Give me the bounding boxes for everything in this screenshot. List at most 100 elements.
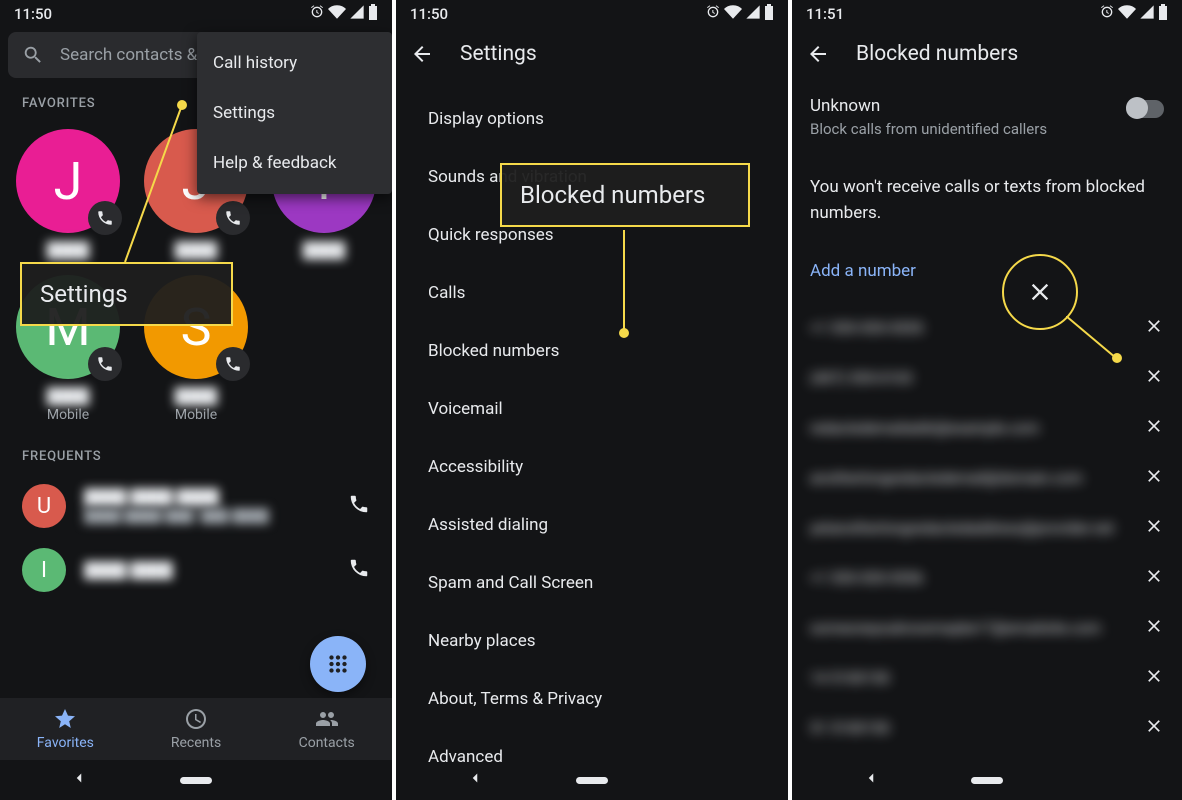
settings-item-calls[interactable]: Calls <box>396 264 788 322</box>
blocked-numbers-header: Blocked numbers <box>792 28 1182 80</box>
menu-item-call-history[interactable]: Call history <box>197 38 392 88</box>
settings-item-accessibility[interactable]: Accessibility <box>396 438 788 496</box>
menu-item-help[interactable]: Help & feedback <box>197 138 392 188</box>
close-icon <box>1026 278 1054 306</box>
dialpad-fab[interactable] <box>310 636 366 692</box>
wifi-icon <box>1118 3 1136 25</box>
remove-icon[interactable] <box>1144 416 1164 440</box>
people-icon <box>315 707 339 731</box>
tab-contacts[interactable]: Contacts <box>261 698 392 760</box>
unknown-callers-block: Unknown Block calls from unidentified ca… <box>792 80 1182 146</box>
remove-icon[interactable] <box>1144 566 1164 590</box>
home-pill[interactable] <box>971 777 1003 784</box>
search-icon <box>22 44 44 66</box>
remove-icon[interactable] <box>1144 666 1164 690</box>
status-time: 11:50 <box>14 5 52 23</box>
info-text: You won't receive calls or texts from bl… <box>792 146 1182 247</box>
signal-icon <box>1139 4 1155 24</box>
home-pill[interactable] <box>576 777 608 784</box>
remove-icon[interactable] <box>1144 366 1164 390</box>
battery-icon <box>764 4 774 24</box>
bottom-tabs: Favorites Recents Contacts <box>0 698 392 760</box>
back-icon[interactable] <box>862 769 880 791</box>
avatar: U <box>22 484 66 528</box>
call-icon <box>88 201 122 235</box>
unknown-title: Unknown <box>810 96 1047 116</box>
blocked-entry: (407) 555-0103 <box>792 353 1182 403</box>
signal-icon <box>349 4 365 24</box>
alarm-icon <box>705 4 721 24</box>
tab-favorites[interactable]: Favorites <box>0 698 131 760</box>
settings-item-blocked[interactable]: Blocked numbers <box>396 322 788 380</box>
call-icon <box>216 347 250 381</box>
add-number-link[interactable]: Add a number <box>792 247 1182 303</box>
blocked-entry: redactedemailaddr@example.com <box>792 403 1182 453</box>
back-arrow-icon[interactable] <box>410 42 434 66</box>
back-arrow-icon[interactable] <box>806 42 830 66</box>
settings-item-about[interactable]: About, Terms & Privacy <box>396 670 788 728</box>
back-icon[interactable] <box>466 769 484 791</box>
tab-recents[interactable]: Recents <box>131 698 262 760</box>
favorite-contact[interactable]: J ████ <box>4 121 132 267</box>
phone-screen-settings: 11:50 Settings Display options Sounds an… <box>396 0 788 800</box>
battery-icon <box>368 4 378 24</box>
remove-icon[interactable] <box>1144 466 1164 490</box>
avatar: I <box>22 548 66 592</box>
call-icon[interactable] <box>348 493 370 519</box>
settings-item-voicemail[interactable]: Voicemail <box>396 380 788 438</box>
blocked-entry: +1 555-555-5556 <box>792 553 1182 603</box>
system-nav <box>792 760 1182 800</box>
status-time: 11:50 <box>410 5 448 23</box>
status-icons <box>705 3 774 25</box>
annotation-dot <box>1112 353 1122 363</box>
remove-icon[interactable] <box>1144 516 1164 540</box>
annotation-callout-blocked: Blocked numbers <box>500 163 750 227</box>
blocked-entry: someoneyouknowmaybe17@emailsite.com <box>792 603 1182 653</box>
unknown-desc: Block calls from unidentified callers <box>810 120 1047 138</box>
settings-item-assisted-dialing[interactable]: Assisted dialing <box>396 496 788 554</box>
dialpad-icon <box>325 651 351 677</box>
overflow-menu: Call history Settings Help & feedback <box>197 32 392 194</box>
status-bar: 11:50 <box>396 0 788 28</box>
battery-icon <box>1158 4 1168 24</box>
page-title: Blocked numbers <box>856 42 1018 66</box>
status-time: 11:51 <box>806 5 844 23</box>
alarm-icon <box>1099 4 1115 24</box>
blocked-entry: +1 555-555-5555 <box>792 303 1182 353</box>
alarm-icon <box>309 4 325 24</box>
frequents-header: FREQUENTS <box>0 431 392 474</box>
star-icon <box>53 707 77 731</box>
remove-icon[interactable] <box>1144 716 1164 740</box>
frequent-contact[interactable]: U ████ ████ ████ ████ ████(███) ███-████ <box>0 474 392 538</box>
phone-screen-contacts: 11:50 Search contacts & places Call hist… <box>0 0 392 800</box>
status-icons <box>309 3 378 25</box>
status-bar: 11:50 <box>0 0 392 28</box>
annotation-dot <box>177 100 187 110</box>
menu-item-settings[interactable]: Settings <box>197 88 392 138</box>
clock-icon <box>184 707 208 731</box>
status-icons <box>1099 3 1168 25</box>
settings-item-spam[interactable]: Spam and Call Screen <box>396 554 788 612</box>
frequent-contact[interactable]: I ████ ████ <box>0 538 392 602</box>
status-bar: 11:51 <box>792 0 1182 28</box>
system-nav <box>396 760 788 800</box>
call-icon <box>88 347 122 381</box>
blocked-entry: anotherlongredactedemail@domain.com <box>792 453 1182 503</box>
call-icon[interactable] <box>348 557 370 583</box>
wifi-icon <box>724 3 742 25</box>
signal-icon <box>745 4 761 24</box>
annotation-dot <box>619 328 629 338</box>
settings-item-nearby[interactable]: Nearby places <box>396 612 788 670</box>
remove-icon[interactable] <box>1144 616 1164 640</box>
settings-header: Settings <box>396 28 788 80</box>
home-pill[interactable] <box>180 777 212 784</box>
settings-item-display[interactable]: Display options <box>396 90 788 148</box>
unknown-toggle[interactable] <box>1126 100 1164 118</box>
back-icon[interactable] <box>70 769 88 791</box>
annotation-circle-x <box>1002 254 1078 330</box>
page-title: Settings <box>460 42 537 66</box>
remove-icon[interactable] <box>1144 316 1164 340</box>
wifi-icon <box>328 3 346 25</box>
blocked-list: +1 555-555-5555 (407) 555-0103 redactede… <box>792 303 1182 753</box>
blocked-entry: yetanotherlongredactedaddress@provider.n… <box>792 503 1182 553</box>
